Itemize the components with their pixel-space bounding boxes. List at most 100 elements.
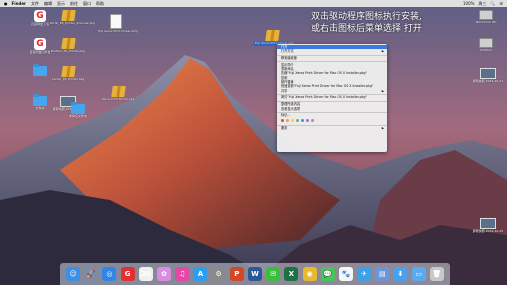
status-area: 100% 周三 🔍 ☰ (463, 0, 503, 7)
menu-item-file[interactable]: 文件 (31, 0, 39, 7)
excel-dock-icon[interactable]: X (284, 267, 299, 281)
clock[interactable]: 周三 (478, 0, 486, 7)
menu-item-help[interactable]: 帮助 (96, 0, 104, 7)
context-menu-item[interactable]: 共享 ▶ (277, 89, 387, 93)
document-icon (110, 14, 122, 29)
photos-dock-icon[interactable]: ✿ (157, 267, 172, 281)
context-menu-item-label: 服务 (281, 126, 288, 131)
folder-icon (33, 64, 47, 76)
folder-icon (33, 94, 47, 106)
apple-menu-icon[interactable]: ● (4, 0, 8, 7)
paw-dock-icon[interactable]: 🐾 (338, 267, 353, 281)
package-icon (60, 38, 76, 49)
trash-dock-icon[interactable]: 🗑 (429, 267, 444, 281)
tag-color-dot[interactable] (301, 119, 304, 123)
desktop-icon[interactable]: Brother_PS_Printer.pkg (50, 38, 86, 54)
desktop-icon-label: 屏幕快照 2019-10-21 (472, 79, 504, 83)
instruction-overlay: 双击驱动程序图标执行安装, 或右击图标后菜单选择 打开 (311, 11, 422, 35)
menu-separator (277, 124, 387, 126)
menu-item-finder[interactable]: Finder (12, 0, 27, 7)
context-menu-item[interactable]: 查看显示选项 (277, 107, 387, 111)
context-menu-item-label: 标记... (281, 113, 291, 118)
package-icon (60, 10, 76, 21)
bird-dock-icon[interactable]: ✈ (357, 267, 372, 281)
safari-dock-icon[interactable]: ◎ (102, 267, 117, 281)
package-icon (60, 66, 76, 77)
submenu-arrow-icon: ▶ (381, 126, 384, 131)
notification-center-icon[interactable]: ☰ (499, 0, 503, 7)
context-menu: 打开 打开方式 ▶ 移到废纸篓 显示简介 重新命名 压缩"Fuji Xerox Print … (277, 44, 387, 152)
disk-icon (479, 38, 493, 48)
preferences-dock-icon[interactable]: ⚙ (211, 267, 226, 281)
launchpad-dock-icon[interactable]: 🚀 (84, 267, 99, 281)
wechat-dock-icon[interactable]: ✉ (266, 267, 281, 281)
desktop-icon[interactable]: Xerox Print Driver.pkg (100, 86, 136, 102)
menu-item-edit[interactable]: 编辑 (44, 0, 52, 7)
itunes-dock-icon[interactable]: ♫ (175, 267, 190, 281)
package-icon (264, 30, 280, 41)
tag-color-dot[interactable] (291, 119, 294, 123)
desktop-icon-label: Macintosh HD (475, 20, 497, 24)
menu-item-view[interactable]: 显示 (57, 0, 65, 7)
powerpoint-dock-icon[interactable]: P (229, 267, 244, 281)
tag-color-dot[interactable] (281, 119, 284, 123)
submenu-arrow-icon: ▶ (381, 88, 384, 93)
battery-status[interactable]: 100% (463, 0, 474, 7)
disk-icon (479, 10, 493, 20)
tag-color-dot[interactable] (286, 119, 289, 123)
context-menu-item-label: 共享 (281, 88, 288, 93)
desktop-icon[interactable]: Fuji Xerox Print Driver.dmg (98, 14, 138, 34)
menu-bar: ● Finder 文件 编辑 显示 前往 窗口 帮助 100% 周三 🔍 ☰ (0, 0, 507, 7)
desktop-icon-label: Xerox Print Driver.pkg (101, 97, 135, 101)
tag-color-dot[interactable] (306, 119, 309, 123)
desktop-icon[interactable]: 屏幕快照 2019-10-25 (470, 218, 506, 234)
context-menu-item[interactable]: 拷贝"Fuji Xerox Print Driver for Mac OS X … (277, 95, 387, 99)
context-menu-item[interactable]: 服务 ▶ (277, 126, 387, 130)
app-icon (34, 10, 46, 22)
menu-separator (277, 111, 387, 113)
context-menu-item[interactable]: 标记... (277, 113, 387, 117)
word-dock-icon[interactable]: W (247, 267, 262, 281)
context-menu-item-label: 拷贝"Fuji Xerox Print Driver for Mac OS X … (281, 95, 368, 100)
instruction-line-1: 双击驱动程序图标执行安装, (311, 12, 422, 22)
app-icon (34, 38, 46, 50)
preview-dock-icon[interactable]: ▤ (375, 267, 390, 281)
instruction-line-2: 或右击图标后菜单选择 打开 (311, 24, 422, 34)
chrome-dock-icon[interactable]: ◉ (302, 267, 317, 281)
desktop-icon-label: Untitled (480, 48, 492, 52)
desktop-icon[interactable]: Canon_PS_Printer.pkg (50, 66, 86, 82)
folder-dock-icon[interactable]: ▭ (411, 267, 426, 281)
menu-item-go[interactable]: 前往 (70, 0, 78, 7)
tag-color-row (277, 118, 387, 124)
finder-dock-icon[interactable]: ☺ (66, 267, 81, 281)
context-menu-item-label: 打开方式 (281, 49, 294, 54)
desktop-icon[interactable]: 屏幕快照 2019-10-21 (470, 68, 506, 84)
context-menu-item-label: 移到废纸篓 (281, 56, 297, 61)
messages-dock-icon[interactable]: 💬 (320, 267, 335, 281)
package-icon (110, 86, 126, 97)
submenu-arrow-icon: ▶ (381, 49, 384, 54)
screenshot-icon (480, 218, 496, 229)
tag-color-dot[interactable] (311, 119, 314, 123)
desktop-icon[interactable]: Untitled (468, 38, 504, 53)
dock: ☺ 🚀 ◎ G 20 ✿ ♫ A ⚙ P W ✉ X ◉ 💬 🐾 ✈ ▤ ⬇ ▭ 🗑 (60, 263, 450, 285)
context-menu-item[interactable]: 打开方式 ▶ (277, 49, 387, 53)
desktop-icon-label: Canon_PS_Printer.pkg (51, 77, 85, 81)
appstore-dock-icon[interactable]: A (193, 267, 208, 281)
menu-separator (277, 61, 387, 62)
desktop-icon[interactable]: 未命名文件夹 (60, 102, 96, 119)
downloads-dock-icon[interactable]: ⬇ (393, 267, 408, 281)
desktop-icon[interactable]: Ricoh_PS_Printer_Scanner.pkg (50, 10, 95, 26)
desktop-icon[interactable]: Macintosh HD (468, 10, 504, 25)
baidu-dock-icon[interactable]: G (120, 267, 135, 281)
folder-icon (71, 102, 85, 114)
context-menu-item-label: 查看显示选项 (281, 106, 301, 111)
menu-item-window[interactable]: 窗口 (83, 0, 91, 7)
tag-color-dot[interactable] (296, 119, 299, 123)
calendar-dock-icon[interactable]: 20 (138, 267, 153, 281)
desktop-icon-label: Ricoh_PS_Printer_Scanner.pkg (50, 21, 95, 25)
context-menu-item[interactable]: 移到废纸篓 (277, 56, 387, 60)
spotlight-icon[interactable]: 🔍 (490, 0, 495, 7)
desktop-icon-label: Fuji Xerox Print Driver.dmg (98, 29, 138, 33)
desktop-icon-label: 屏幕快照 2019-10-25 (472, 229, 504, 233)
